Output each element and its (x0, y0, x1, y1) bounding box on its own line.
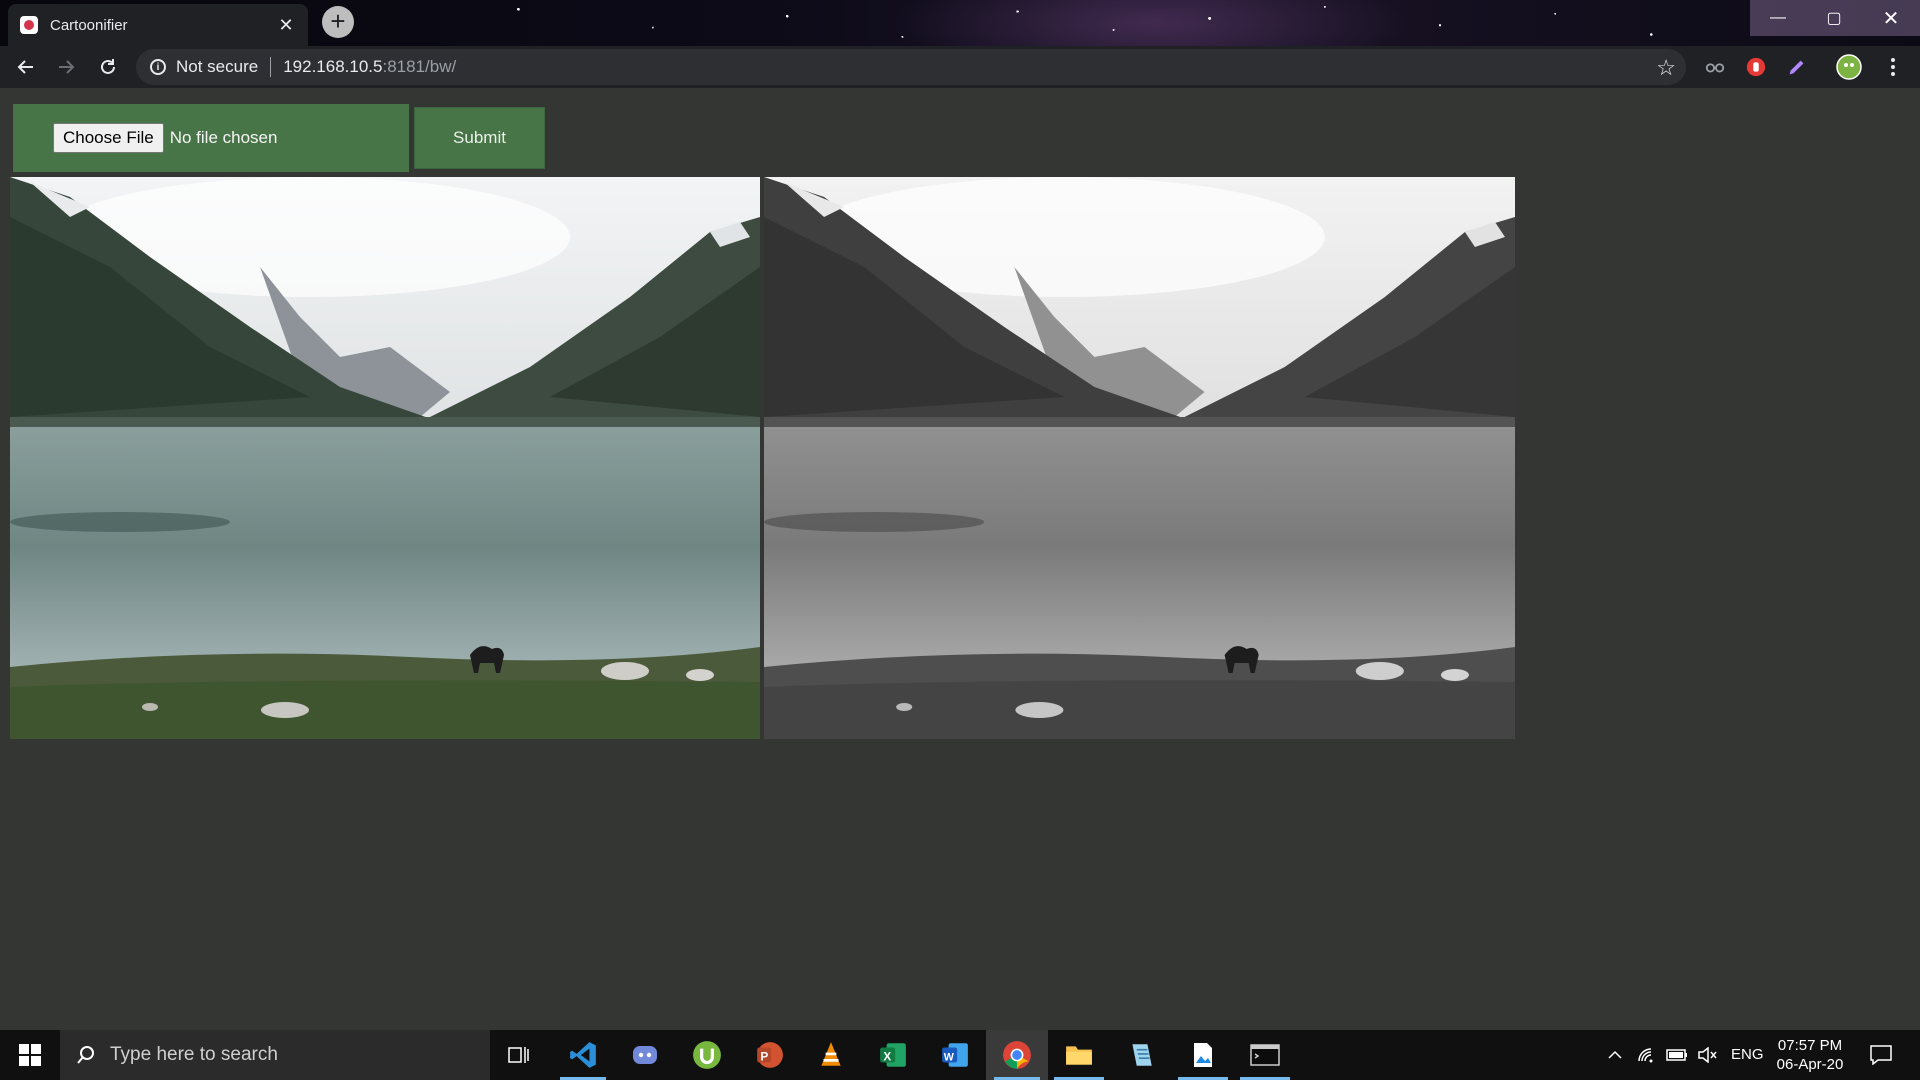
minimize-button[interactable]: — (1750, 0, 1806, 36)
favicon-icon (20, 16, 38, 34)
back-icon[interactable] (10, 51, 42, 83)
search-icon (77, 1046, 94, 1064)
vlc-icon[interactable] (800, 1030, 862, 1080)
info-icon[interactable]: i (150, 59, 166, 75)
forward-icon[interactable] (50, 51, 82, 83)
windows-start-icon[interactable] (0, 1030, 60, 1080)
utorrent-icon[interactable] (676, 1030, 738, 1080)
page-content: Choose File No file chosen Submit (0, 88, 1920, 1030)
volume-muted-icon[interactable] (1692, 1030, 1722, 1080)
close-window-button[interactable]: ✕ (1862, 0, 1920, 36)
search-placeholder: Type here to search (110, 1044, 278, 1065)
black-and-white-photo (764, 177, 1515, 739)
powerpoint-icon[interactable]: P (738, 1030, 800, 1080)
battery-icon[interactable] (1662, 1030, 1692, 1080)
wifi-icon[interactable] (1632, 1030, 1662, 1080)
divider (270, 57, 272, 77)
address-bar[interactable]: i Not secure 192.168.10.5 :8181/bw/ ☆ (136, 49, 1686, 85)
task-view-icon[interactable] (488, 1030, 550, 1080)
url-host: 192.168.10.5 (283, 57, 383, 76)
discord-icon[interactable] (614, 1030, 676, 1080)
original-photo (10, 177, 760, 739)
clock-date: 06-Apr-20 (1776, 1056, 1844, 1073)
tab-close-icon[interactable]: ✕ (276, 15, 296, 36)
svg-text:X: X (883, 1050, 891, 1063)
terminal-icon[interactable] (1234, 1030, 1296, 1080)
svg-text:W: W (944, 1051, 955, 1063)
word-icon[interactable]: W (924, 1030, 986, 1080)
clock[interactable]: 07:57 PM 06-Apr-20 (1772, 1036, 1848, 1074)
windows-taskbar: Type here to search P X W ENG 07:57 PM 0… (0, 1030, 1920, 1080)
bookmark-star-icon[interactable]: ☆ (1656, 55, 1676, 81)
show-hidden-icons-chevron-icon[interactable] (1600, 1030, 1630, 1080)
chrome-menu-icon[interactable] (1880, 54, 1906, 80)
clock-time: 07:57 PM (1777, 1037, 1843, 1054)
taskbar-search-box[interactable]: Type here to search (60, 1030, 490, 1080)
browser-toolbar: i Not secure 192.168.10.5 :8181/bw/ ☆ (0, 46, 1920, 88)
notepad-icon[interactable] (1110, 1030, 1172, 1080)
vscode-icon[interactable] (552, 1030, 614, 1080)
new-tab-button[interactable]: + (322, 6, 354, 38)
excel-icon[interactable]: X (862, 1030, 924, 1080)
security-label: Not secure (176, 57, 259, 76)
file-upload-area: Choose File No file chosen (13, 104, 409, 172)
url-path: :8181/bw/ (382, 57, 457, 76)
tab-title: Cartoonifier (50, 16, 128, 34)
svg-text:P: P (760, 1050, 768, 1063)
profile-avatar[interactable] (1836, 54, 1862, 80)
file-explorer-icon[interactable] (1048, 1030, 1110, 1080)
tab-cartoonifier[interactable]: Cartoonifier ✕ (8, 4, 308, 46)
maximize-button[interactable]: ▢ (1806, 0, 1862, 36)
reload-icon[interactable] (92, 51, 124, 83)
chrome-icon[interactable] (986, 1030, 1048, 1080)
extension-glasses-icon[interactable] (1702, 54, 1728, 80)
choose-file-button[interactable]: Choose File (53, 123, 164, 153)
submit-button[interactable]: Submit (414, 107, 545, 169)
browser-titlebar: Cartoonifier ✕ + — ▢ ✕ (0, 0, 1920, 46)
photos-icon[interactable] (1172, 1030, 1234, 1080)
extension-hand-icon[interactable] (1743, 54, 1769, 80)
language-indicator[interactable]: ENG (1731, 1046, 1764, 1063)
extension-pen-icon[interactable] (1784, 54, 1810, 80)
file-status: No file chosen (169, 128, 278, 147)
notifications-icon[interactable] (1858, 1030, 1904, 1080)
